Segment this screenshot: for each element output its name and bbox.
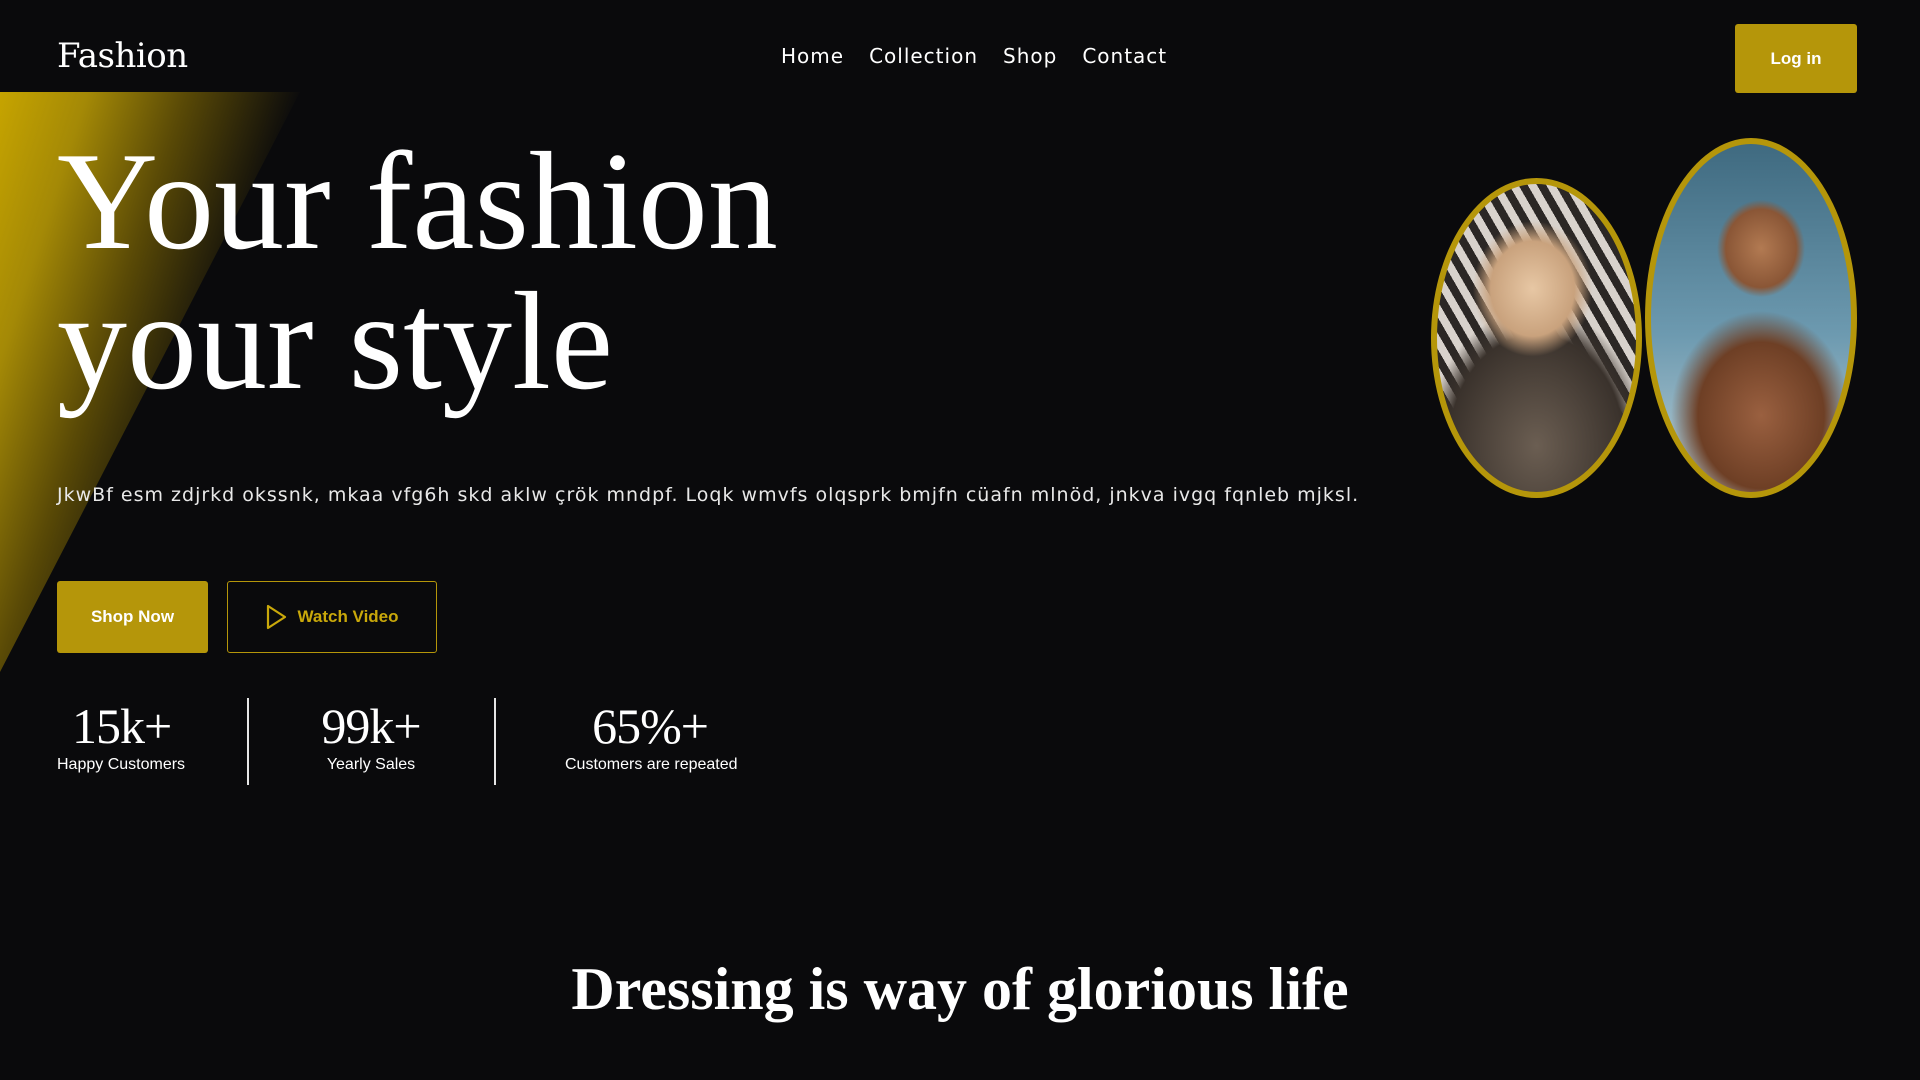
main-nav: Home Collection Shop Contact [781,44,1167,68]
hero-title-line-1: Your fashion [57,124,778,279]
stat-happy-customers: 15k+ Happy Customers [57,698,186,774]
stat-value: 99k+ [321,698,421,754]
stat-yearly-sales: 99k+ Yearly Sales [315,698,427,774]
stat-repeat-customers: 65%+ Customers are repeated [565,698,738,774]
watch-video-label: Watch Video [297,607,399,626]
model-photo-sunglasses [1431,178,1642,498]
stat-label: Yearly Sales [326,756,416,773]
shop-now-button[interactable]: Shop Now [57,581,208,653]
brand-logo[interactable]: Fashion [57,36,188,76]
stat-label: Happy Customers [57,756,186,773]
login-button[interactable]: Log in [1735,24,1857,93]
hero-title: Your fashion your style [57,132,778,412]
model-photo-sky [1645,138,1857,498]
play-icon [267,604,287,630]
nav-collection[interactable]: Collection [869,44,978,68]
stat-value: 15k+ [72,698,172,754]
watch-video-button[interactable]: Watch Video [227,581,437,653]
hero-description: JkwBf esm zdjrkd okssnk, mkaa vfg6h skd … [57,484,1360,506]
section-heading: Dressing is way of glorious life [571,956,1349,1022]
stat-value: 65%+ [592,698,709,754]
hero-title-line-2: your style [57,264,614,419]
stat-divider [494,698,496,785]
nav-contact[interactable]: Contact [1082,44,1167,68]
nav-home[interactable]: Home [781,44,844,68]
stat-divider [247,698,249,785]
stat-label: Customers are repeated [565,756,738,773]
nav-shop[interactable]: Shop [1003,44,1057,68]
